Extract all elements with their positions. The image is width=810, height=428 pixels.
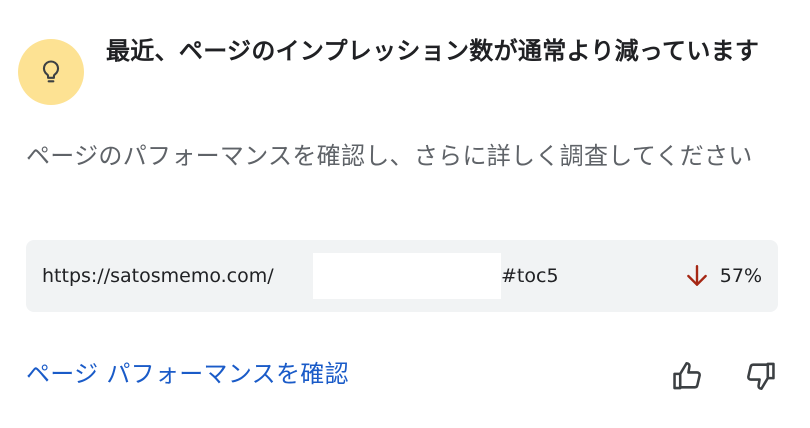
impression-change: 57% — [684, 240, 762, 312]
page-url-anchor: #toc5 — [501, 265, 559, 287]
page-url-row[interactable]: https://satosmemo.com/ #toc5 57% — [26, 240, 778, 312]
page-url: https://satosmemo.com/ — [42, 265, 274, 287]
check-page-performance-link[interactable]: ページ パフォーマンスを確認 — [26, 356, 349, 392]
thumbs-down-button[interactable] — [740, 356, 780, 396]
thumbs-up-button[interactable] — [668, 356, 708, 396]
thumbs-down-icon — [747, 362, 775, 391]
insight-title: 最近、ページのインプレッション数が通常より減っています — [106, 37, 760, 65]
change-value: 57% — [719, 265, 762, 287]
lightbulb-icon — [42, 60, 60, 83]
url-redaction — [313, 253, 501, 299]
insight-description: ページのパフォーマンスを確認し、さらに詳しく調査してください — [26, 142, 753, 170]
arrow-down-icon — [686, 265, 707, 286]
lightbulb-badge — [18, 39, 84, 105]
thumbs-up-icon — [673, 361, 701, 390]
insight-card: 最近、ページのインプレッション数が通常より減っています ページのパフォーマンスを… — [0, 0, 810, 428]
